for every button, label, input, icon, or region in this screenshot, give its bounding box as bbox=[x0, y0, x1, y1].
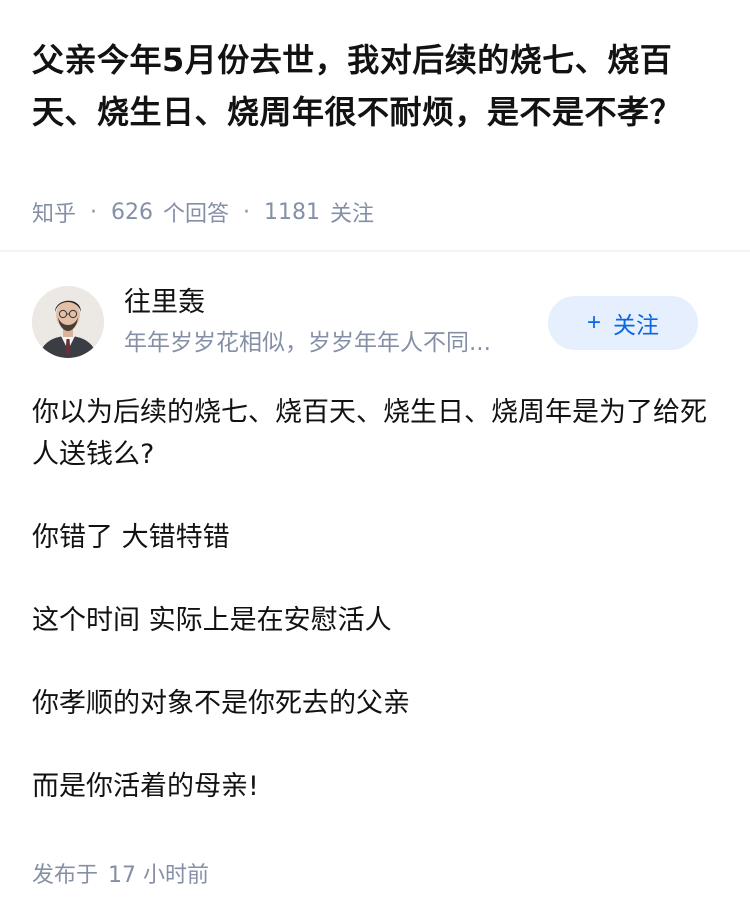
avatar-image bbox=[32, 286, 104, 358]
separator-dot: · bbox=[90, 199, 98, 225]
avatar[interactable] bbox=[32, 286, 104, 358]
answer-count-label: 个回答 bbox=[163, 202, 230, 227]
author-card: 往里轰 年年岁岁花相似，岁岁年年人不同... + 关注 bbox=[32, 286, 718, 358]
question-meta: 知乎 · 626 个回答 · 1181 关注 bbox=[32, 196, 374, 228]
plus-icon: + bbox=[586, 309, 601, 336]
author-name[interactable]: 往里轰 bbox=[124, 286, 205, 320]
posted-time: 发布于 17 小时前 bbox=[32, 857, 209, 889]
section-divider bbox=[0, 250, 750, 252]
source-label[interactable]: 知乎 bbox=[32, 196, 76, 228]
answer-paragraph: 你错了 大错特错 bbox=[32, 522, 230, 553]
separator-dot: · bbox=[243, 199, 251, 225]
follow-count: 1181 bbox=[264, 199, 321, 225]
question-header: 父亲今年5月份去世，我对后续的烧七、烧百天、烧生日、烧周年很不耐烦，是不是不孝？ bbox=[32, 34, 722, 138]
follow-button-label: 关注 bbox=[613, 312, 659, 338]
follow-button[interactable]: + 关注 bbox=[548, 296, 698, 350]
answer-count: 626 bbox=[111, 199, 154, 225]
answer-paragraph: 你以为后续的烧七、烧百天、烧生日、烧周年是为了给死人送钱么? bbox=[32, 397, 707, 470]
follow-count-label: 关注 bbox=[330, 202, 375, 227]
author-bio: 年年岁岁花相似，岁岁年年人不同... bbox=[124, 330, 491, 356]
answer-paragraph: 这个时间 实际上是在安慰活人 bbox=[32, 605, 392, 636]
answer-content: 你以为后续的烧七、烧百天、烧生日、烧周年是为了给死人送钱么? 你错了 大错特错 … bbox=[32, 392, 722, 849]
answer-paragraph: 而是你活着的母亲! bbox=[32, 771, 259, 802]
answer-paragraph: 你孝顺的对象不是你死去的父亲 bbox=[32, 688, 410, 719]
posted-time-value: 17 小时前 bbox=[108, 863, 210, 888]
question-title[interactable]: 父亲今年5月份去世，我对后续的烧七、烧百天、烧生日、烧周年很不耐烦，是不是不孝？ bbox=[32, 34, 722, 138]
posted-prefix: 发布于 bbox=[32, 863, 99, 888]
